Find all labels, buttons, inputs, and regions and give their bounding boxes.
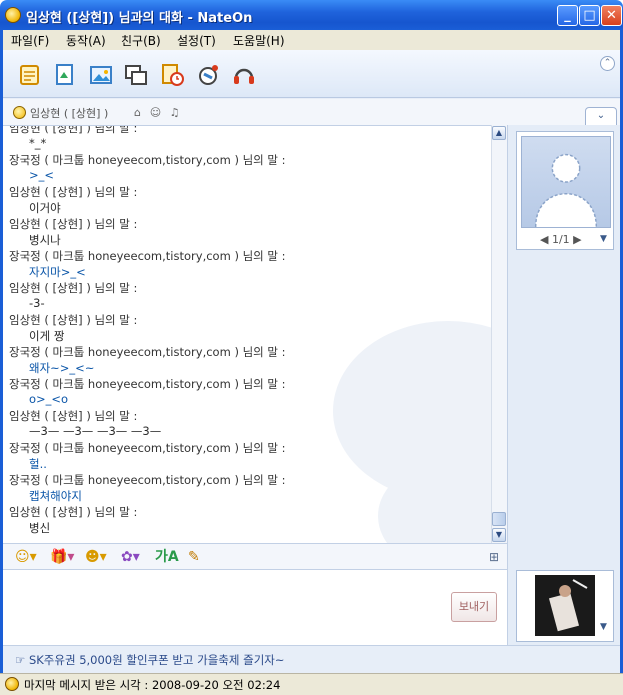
- chat-message: 병신: [29, 521, 51, 535]
- input-toolbar: [3, 543, 507, 570]
- scroll-down-button[interactable]: ▼: [492, 528, 506, 542]
- ad-link[interactable]: ☞ SK주유권 5,000원 할인쿠폰 받고 가을축제 즐기자~: [15, 652, 285, 668]
- chat-sender-header: 임상현 ( [상현] ) 님의 말 :: [9, 313, 138, 327]
- contact-name: 임상현 ( [상현] ): [30, 107, 109, 120]
- photo-image: [535, 575, 595, 636]
- window-icon[interactable]: [123, 62, 149, 88]
- chat-message: 병시나: [29, 233, 61, 247]
- chat-message: o>_<o: [29, 392, 69, 406]
- nateon-status-icon: [5, 677, 19, 691]
- nateon-icon: [5, 7, 21, 23]
- minimize-icon: _: [564, 8, 571, 23]
- chat-message: 이게 짱: [29, 329, 65, 343]
- maximize-button[interactable]: □: [579, 5, 600, 26]
- chat-message: 왜자~>_<~: [29, 361, 95, 375]
- notepad-icon[interactable]: [17, 62, 43, 88]
- scroll-up-button[interactable]: ▲: [492, 126, 506, 140]
- chat-message: 이거야: [29, 201, 61, 215]
- expand-tab-button[interactable]: ⌄: [585, 107, 617, 125]
- menu-friend[interactable]: 친구(B): [121, 32, 161, 49]
- message-input[interactable]: [3, 570, 507, 645]
- photo-menu-icon[interactable]: ▼: [600, 622, 607, 632]
- avatar-menu-icon[interactable]: ▼: [600, 234, 607, 244]
- chat-message: -3-: [29, 296, 45, 310]
- close-button[interactable]: ✕: [601, 5, 622, 26]
- music-icon[interactable]: ♫: [168, 106, 181, 119]
- menu-action[interactable]: 동작(A): [66, 32, 106, 49]
- menu-file[interactable]: 파일(F): [11, 32, 49, 49]
- chat-sender-header: 임상현 ( [상현] ) 님의 말 :: [9, 409, 138, 423]
- avatar-pager[interactable]: ◀ 1/1 ▶: [540, 233, 582, 246]
- alarm-icon[interactable]: [160, 62, 186, 88]
- menu-bar: 파일(F) 동작(A) 친구(B) 설정(T) 도움말(H): [0, 30, 623, 50]
- menu-settings[interactable]: 설정(T): [177, 32, 216, 49]
- chat-sender-header: 장국정 ( 마크툽 honeyeecom,tistory,com ) 님의 말 …: [9, 153, 286, 167]
- chat-sender-header: 장국정 ( 마크툽 honeyeecom,tistory,com ) 님의 말 …: [9, 249, 286, 263]
- gift-icon[interactable]: 🎁▾: [50, 548, 74, 566]
- send-button[interactable]: 보내기: [451, 592, 497, 622]
- title-bar: 임상현 ([상현]) 님과의 대화 - NateOn _ □ ✕: [0, 0, 623, 30]
- avatar: [521, 136, 611, 228]
- collapse-toolbar-button[interactable]: ⌃: [600, 56, 615, 71]
- input-option-icon[interactable]: ⊞: [489, 548, 499, 566]
- last-message-time: 마지막 메시지 받은 시각 : 2008-09-20 오전 02:24: [24, 678, 281, 692]
- chat-sender-header: 임상현 ( [상현] ) 님의 말 :: [9, 185, 138, 199]
- menu-help[interactable]: 도움말(H): [233, 32, 285, 49]
- chat-sender-header: 장국정 ( 마크툽 honeyeecom,tistory,com ) 님의 말 …: [9, 377, 286, 391]
- chat-sender-header: 임상현 ( [상현] ) 님의 말 :: [9, 505, 138, 519]
- chat-sender-header: 임상현 ( [상현] ) 님의 말 :: [9, 217, 138, 231]
- close-icon: ✕: [606, 8, 617, 23]
- file-send-icon[interactable]: [52, 62, 78, 88]
- scroll-thumb[interactable]: [492, 512, 506, 526]
- font-icon[interactable]: 가A: [155, 548, 179, 566]
- chat-message: 헐..: [29, 457, 47, 471]
- home-icon[interactable]: ⌂: [131, 106, 144, 119]
- chat-sender-header: 장국정 ( 마크툽 honeyeecom,tistory,com ) 님의 말 …: [9, 345, 286, 359]
- people-icon[interactable]: ☺: [149, 106, 162, 119]
- chat-log: 임상현 ( [상현] ) 님의 말 : *_* 장국정 ( 마크툽 honeyeec…: [3, 125, 491, 543]
- chat-sender-header: 임상현 ( [상현] ) 님의 말 :: [9, 281, 138, 295]
- my-photo: [535, 575, 595, 636]
- character-icon[interactable]: ☻▾: [85, 548, 107, 566]
- chat-sender-header: 임상현 ( [상현] ) 님의 말 :: [9, 125, 138, 135]
- chat-sender-header: 장국정 ( 마크툽 honeyeecom,tistory,com ) 님의 말 …: [9, 473, 286, 487]
- headset-icon[interactable]: [231, 62, 257, 88]
- window-title: 임상현 ([상현]) 님과의 대화 - NateOn: [26, 11, 253, 26]
- photo-icon[interactable]: [88, 62, 114, 88]
- sticker-icon[interactable]: ✿▾: [121, 548, 140, 566]
- chat-sender-header: 장국정 ( 마크툽 honeyeecom,tistory,com ) 님의 말 …: [9, 441, 286, 455]
- chat-message: —3— —3— —3— —3—: [29, 424, 162, 438]
- minimize-button[interactable]: _: [557, 5, 578, 26]
- chat-message: 자지마>_<: [29, 265, 86, 279]
- chat-message: >_<: [29, 168, 55, 182]
- maximize-icon: □: [583, 8, 596, 23]
- status-smile-icon: [13, 106, 26, 119]
- pen-icon[interactable]: ✎: [188, 548, 200, 566]
- default-avatar-icon: [534, 153, 598, 227]
- emoticon-icon[interactable]: ☺▾: [15, 548, 37, 566]
- chat-message: *_*: [29, 136, 47, 150]
- call-icon[interactable]: [195, 62, 221, 88]
- chat-message: 캡쳐해야지: [29, 489, 82, 503]
- chat-scrollbar[interactable]: [491, 125, 507, 543]
